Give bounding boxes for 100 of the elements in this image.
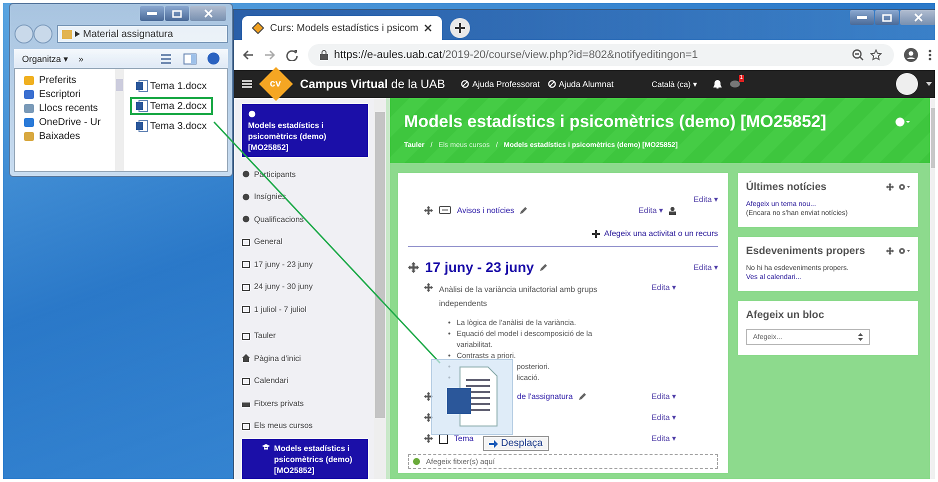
drawer-item[interactable]: General <box>242 230 368 253</box>
move-icon[interactable] <box>408 262 419 272</box>
document-icon <box>136 80 148 92</box>
nav-pane-item[interactable]: OneDrive - Ur <box>23 117 115 128</box>
home-icon <box>242 354 250 362</box>
add-activity-link[interactable]: Afegeix una activitat o un recurs <box>604 229 718 238</box>
file-item[interactable]: Tema 3.docx <box>130 117 213 135</box>
edit-menu[interactable]: Edita ▾ <box>652 434 676 443</box>
section-title: 17 juny - 23 juny <box>425 259 534 275</box>
avatar-icon[interactable] <box>896 73 918 95</box>
maximize-icon <box>882 14 892 22</box>
new-tab-button[interactable] <box>450 18 470 38</box>
minimize-button[interactable] <box>140 6 164 21</box>
drawer-item[interactable]: Qualificacions <box>242 208 368 230</box>
close-icon <box>914 13 922 22</box>
graduation-cap-icon <box>262 443 270 451</box>
file-item[interactable]: Tema 1.docx <box>130 77 213 95</box>
address-field[interactable]: Material assignatura <box>57 25 228 43</box>
nav-pane-item[interactable]: Llocs recents <box>23 103 115 114</box>
file-item[interactable]: Tema 2.docx <box>130 97 213 115</box>
drawer-item[interactable]: Pàgina d'inici <box>242 347 368 370</box>
drawer-item[interactable]: Els meus cursos <box>242 414 368 437</box>
help-link[interactable]: Ajuda Professorat <box>472 79 540 89</box>
nav-pane-item[interactable]: Escriptori <box>23 89 115 100</box>
move-icon[interactable] <box>424 392 433 401</box>
bell-icon[interactable] <box>712 80 722 88</box>
drag-tooltip: Desplaça <box>483 436 549 451</box>
maximize-button[interactable] <box>165 6 189 21</box>
reload-icon[interactable] <box>286 49 298 61</box>
drawer-item[interactable]: 24 juny - 30 juny <box>242 276 368 298</box>
activity-link[interactable]: Avisos i notícies <box>457 206 514 215</box>
nav-pane-item[interactable]: Preferits <box>23 75 115 86</box>
minimize-icon <box>147 12 157 16</box>
activity-link[interactable]: Tema <box>454 434 474 443</box>
minimize-icon <box>857 16 867 20</box>
close-button[interactable] <box>190 6 226 21</box>
preview-pane-icon[interactable] <box>183 52 197 64</box>
plus-icon <box>592 230 600 238</box>
drawer-item[interactable]: 17 juny - 23 juny <box>242 253 368 276</box>
edit-menu[interactable]: Edita ▾ <box>652 413 676 422</box>
menu-icon[interactable] <box>242 80 252 88</box>
maximize-icon <box>172 10 182 18</box>
move-icon[interactable] <box>886 183 894 191</box>
edit-menu[interactable]: Edita ▾ <box>694 195 718 204</box>
circle-icon <box>248 110 256 118</box>
maximize-button[interactable] <box>875 10 899 25</box>
edit-menu[interactable]: Edita ▾ <box>694 262 718 272</box>
nav-pane-item[interactable]: Baixades <box>23 131 115 142</box>
organize-menu[interactable]: Organitza ▾ <box>22 54 69 64</box>
settings-icon[interactable] <box>898 247 910 255</box>
block-title: Últimes notícies <box>746 181 827 193</box>
pencil-icon[interactable] <box>540 264 547 270</box>
back-icon[interactable] <box>242 49 254 61</box>
move-icon[interactable] <box>424 434 433 443</box>
pencil-icon[interactable] <box>578 393 586 400</box>
drawer-item[interactable]: Fitxers privats <box>242 392 368 414</box>
edit-menu[interactable]: Edita ▾ <box>652 392 676 401</box>
scrollbar[interactable] <box>115 69 124 171</box>
arrow-right-icon <box>489 440 498 448</box>
document-icon <box>136 120 148 132</box>
account-icon[interactable] <box>904 48 918 62</box>
settings-icon[interactable] <box>898 183 910 191</box>
person-icon <box>669 206 676 214</box>
move-icon[interactable] <box>886 247 894 255</box>
minimize-button[interactable] <box>850 10 874 25</box>
pencil-icon[interactable] <box>520 207 528 214</box>
zoom-icon[interactable] <box>852 49 864 61</box>
drawer-item[interactable]: Tauler <box>242 324 368 347</box>
browser-tab[interactable]: Curs: Models estadístics i psicom <box>242 16 442 40</box>
drawer-item[interactable]: Models estadístics i psicomètrics (demo) [MO25852] <box>242 104 368 157</box>
drawer-item[interactable]: Models estadístics i psicomètrics (demo) [MO25852] <box>242 439 368 479</box>
scrollbar[interactable] <box>374 98 386 479</box>
more-button[interactable]: » <box>78 54 84 64</box>
move-icon[interactable] <box>424 283 433 292</box>
edit-menu[interactable]: Edita ▾ <box>638 206 663 215</box>
menu-icon[interactable] <box>928 49 932 61</box>
move-icon[interactable] <box>424 206 433 215</box>
block-title: Esdeveniments propers <box>746 245 866 257</box>
file-icon <box>439 434 448 444</box>
block-title: Afegeix un bloc <box>746 309 824 321</box>
activity-link[interactable]: de l'assignatura <box>517 392 573 401</box>
language-menu[interactable]: Català (ca) ▾ <box>652 80 697 88</box>
label-text: Anàlisi de la variància unifactorial amb grups independents <box>439 284 598 310</box>
help-link[interactable]: Ajuda Alumnat <box>558 79 614 89</box>
chevron-icon <box>75 31 80 37</box>
view-icon[interactable] <box>159 52 173 64</box>
caret-icon[interactable] <box>926 82 932 86</box>
edit-menu[interactable]: Edita ▾ <box>652 283 676 292</box>
site-title[interactable]: Campus Virtual de la UAB <box>300 77 446 91</box>
close-icon <box>204 9 212 18</box>
forum-icon <box>439 206 451 215</box>
diamond-icon <box>252 22 264 34</box>
move-icon[interactable] <box>424 413 433 422</box>
url-field[interactable]: https://e-aules.uab.cat/2019-20/course/view.php?id=802&notifyeditingon=1 <box>308 44 894 66</box>
close-icon[interactable] <box>424 24 432 32</box>
chat-bubble-icon[interactable] <box>730 80 740 88</box>
drawer-item[interactable]: Calendari <box>242 370 368 392</box>
drawer-item[interactable]: 1 juliol - 7 juliol <box>242 298 368 320</box>
close-button[interactable] <box>900 10 935 25</box>
course-title: Models estadístics i psicomètrics (demo) [MO25852] <box>404 112 828 132</box>
